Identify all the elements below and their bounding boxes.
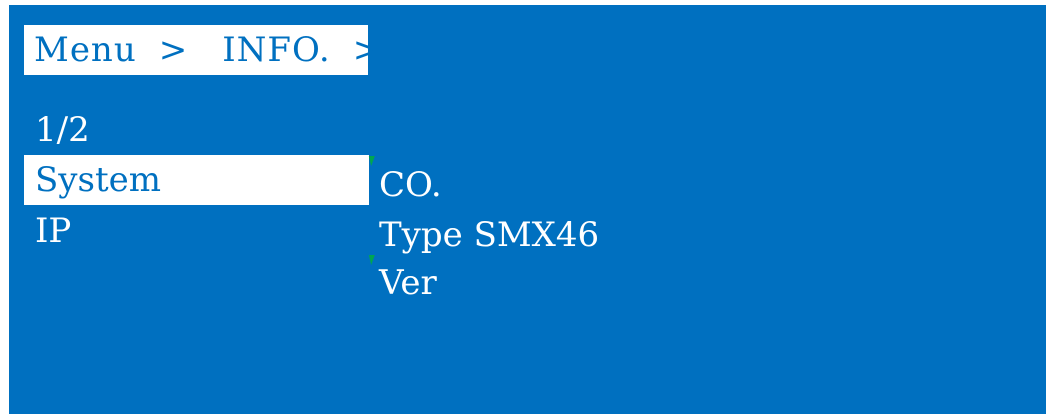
breadcrumb-separator-icon: > (158, 30, 189, 70)
breadcrumb: Menu > INFO. > (24, 25, 381, 75)
version-label: Ver (379, 263, 437, 303)
menu-item-system[interactable]: System (24, 155, 369, 205)
breadcrumb-separator-icon: > (352, 30, 383, 70)
breadcrumb-info[interactable]: INFO. (222, 30, 330, 70)
breadcrumb-menu[interactable]: Menu (34, 30, 137, 70)
cursor-mark-icon (365, 255, 375, 265)
menu-item-ip[interactable]: IP (24, 211, 369, 251)
company-label: CO. (379, 165, 442, 205)
device-type-label: Type SMX46 (379, 215, 600, 255)
device-info-screen: Menu > INFO. > 1/2 System IP CO. Type SM… (9, 5, 1046, 414)
page-indicator: 1/2 (35, 110, 90, 150)
